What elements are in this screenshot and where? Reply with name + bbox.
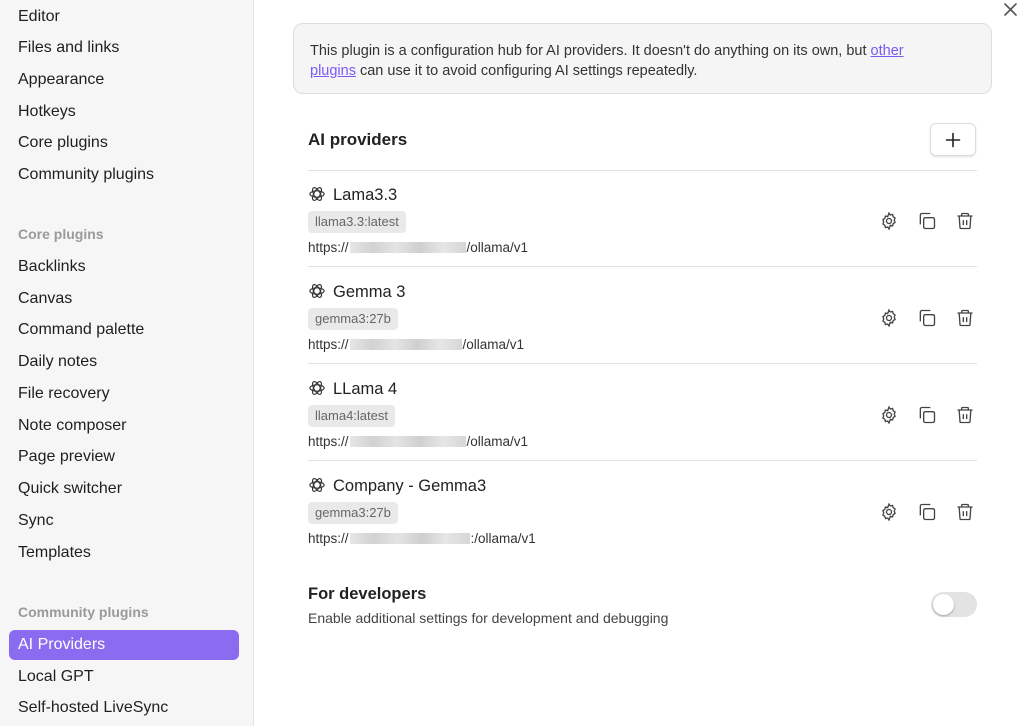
openai-logo-icon: [309, 478, 325, 492]
provider-url: https:// /ollama/v1: [308, 240, 528, 255]
provider-actions: [877, 403, 977, 427]
sidebar-item-files-and-links[interactable]: Files and links: [9, 33, 239, 63]
sidebar-item-quick-switcher[interactable]: Quick switcher: [9, 474, 239, 504]
other-plugins-link-cont[interactable]: plugins: [310, 63, 356, 79]
sidebar-item-note-composer[interactable]: Note composer: [9, 411, 239, 441]
developers-toggle[interactable]: [931, 592, 977, 617]
provider-settings-button[interactable]: [877, 306, 901, 330]
provider-actions: [877, 209, 977, 233]
url-prefix: https://: [308, 434, 349, 449]
close-icon: [1003, 2, 1017, 16]
provider-settings-button[interactable]: [877, 209, 901, 233]
sidebar-item-file-recovery[interactable]: File recovery: [9, 379, 239, 409]
divider: [308, 363, 977, 364]
provider-duplicate-button[interactable]: [915, 403, 939, 427]
redacted-host: [349, 339, 462, 350]
provider-duplicate-button[interactable]: [915, 306, 939, 330]
trash-icon: [957, 503, 973, 521]
openai-logo-icon: [309, 284, 325, 298]
plugin-info-callout: This plugin is a configuration hub for A…: [293, 23, 992, 94]
openai-logo-icon: [309, 187, 325, 201]
provider-name: Company - Gemma3: [333, 477, 487, 495]
provider-name: Gemma 3: [333, 283, 406, 301]
copy-icon: [919, 406, 936, 424]
trash-icon: [957, 406, 973, 424]
sidebar-item-core-plugins[interactable]: Core plugins: [9, 128, 239, 158]
sidebar-item-backlinks[interactable]: Backlinks: [9, 252, 239, 282]
developers-setting-title: For developers: [308, 585, 427, 603]
sidebar-item-templates[interactable]: Templates: [9, 538, 239, 568]
developers-setting-description: Enable additional settings for developme…: [308, 610, 669, 626]
redacted-host: [349, 242, 466, 253]
sidebar-item-command-palette[interactable]: Command palette: [9, 315, 239, 345]
provider-delete-button[interactable]: [953, 403, 977, 427]
url-suffix: :/ollama/v1: [470, 531, 536, 546]
gear-icon: [882, 308, 896, 328]
copy-icon: [919, 503, 936, 521]
provider-delete-button[interactable]: [953, 306, 977, 330]
add-provider-button[interactable]: [930, 123, 976, 156]
sidebar-item-canvas[interactable]: Canvas: [9, 284, 239, 314]
provider-model-badge: llama3.3:latest: [308, 211, 406, 233]
sidebar-heading-core-plugins: Core plugins: [18, 226, 104, 242]
provider-url: https:// /ollama/v1: [308, 337, 524, 352]
divider: [308, 266, 977, 267]
provider-url: https:// :/ollama/v1: [308, 531, 536, 546]
other-plugins-link[interactable]: other: [871, 43, 904, 59]
provider-name: Lama3.3: [333, 186, 398, 204]
url-suffix: /ollama/v1: [466, 240, 529, 255]
sidebar-item-community-plugins[interactable]: Community plugins: [9, 160, 239, 190]
trash-icon: [957, 309, 973, 327]
sidebar-item-appearance[interactable]: Appearance: [9, 65, 239, 95]
provider-model-badge: llama4:latest: [308, 405, 395, 427]
provider-actions: [877, 306, 977, 330]
sidebar-item-sync[interactable]: Sync: [9, 506, 239, 536]
copy-icon: [919, 212, 936, 230]
sidebar-item-editor[interactable]: Editor: [9, 2, 239, 32]
provider-model-badge: gemma3:27b: [308, 308, 398, 330]
divider: [308, 170, 977, 171]
url-prefix: https://: [308, 240, 349, 255]
provider-delete-button[interactable]: [953, 500, 977, 524]
sidebar-item-self-hosted-livesync[interactable]: Self-hosted LiveSync: [9, 693, 239, 723]
trash-icon: [957, 212, 973, 230]
provider-url: https:// /ollama/v1: [308, 434, 528, 449]
provider-settings-button[interactable]: [877, 403, 901, 427]
close-button[interactable]: [998, 0, 1022, 18]
sidebar-item-local-gpt[interactable]: Local GPT: [9, 662, 239, 692]
sidebar-item-hotkeys[interactable]: Hotkeys: [9, 97, 239, 127]
sidebar-item-ai-providers[interactable]: AI Providers: [9, 630, 239, 660]
provider-name: LLama 4: [333, 380, 398, 398]
redacted-host: [349, 436, 466, 447]
provider-duplicate-button[interactable]: [915, 500, 939, 524]
divider: [308, 460, 977, 461]
openai-logo-icon: [309, 381, 325, 395]
ai-providers-heading: AI providers: [308, 130, 408, 149]
url-prefix: https://: [308, 337, 349, 352]
plus-icon: [945, 132, 961, 147]
provider-settings-button[interactable]: [877, 500, 901, 524]
provider-duplicate-button[interactable]: [915, 209, 939, 233]
settings-sidebar: Editor Files and links Appearance Hotkey…: [0, 0, 254, 726]
info-text-after: can use it to avoid configuring AI setti…: [355, 63, 698, 79]
toggle-knob: [933, 594, 954, 615]
url-prefix: https://: [308, 531, 349, 546]
sidebar-item-daily-notes[interactable]: Daily notes: [9, 347, 239, 377]
url-suffix: /ollama/v1: [462, 337, 525, 352]
gear-icon: [882, 405, 896, 425]
info-text-before: This plugin is a configuration hub for A…: [310, 43, 871, 59]
provider-model-badge: gemma3:27b: [308, 502, 398, 524]
provider-delete-button[interactable]: [953, 209, 977, 233]
url-suffix: /ollama/v1: [466, 434, 529, 449]
sidebar-heading-community-plugins: Community plugins: [18, 604, 149, 620]
copy-icon: [919, 309, 936, 327]
provider-row: Company - Gemma3 gemma3:27b https:// :/o…: [308, 476, 977, 572]
redacted-host: [349, 533, 470, 544]
gear-icon: [882, 211, 896, 231]
gear-icon: [882, 502, 896, 522]
sidebar-item-page-preview[interactable]: Page preview: [9, 442, 239, 472]
provider-actions: [877, 500, 977, 524]
